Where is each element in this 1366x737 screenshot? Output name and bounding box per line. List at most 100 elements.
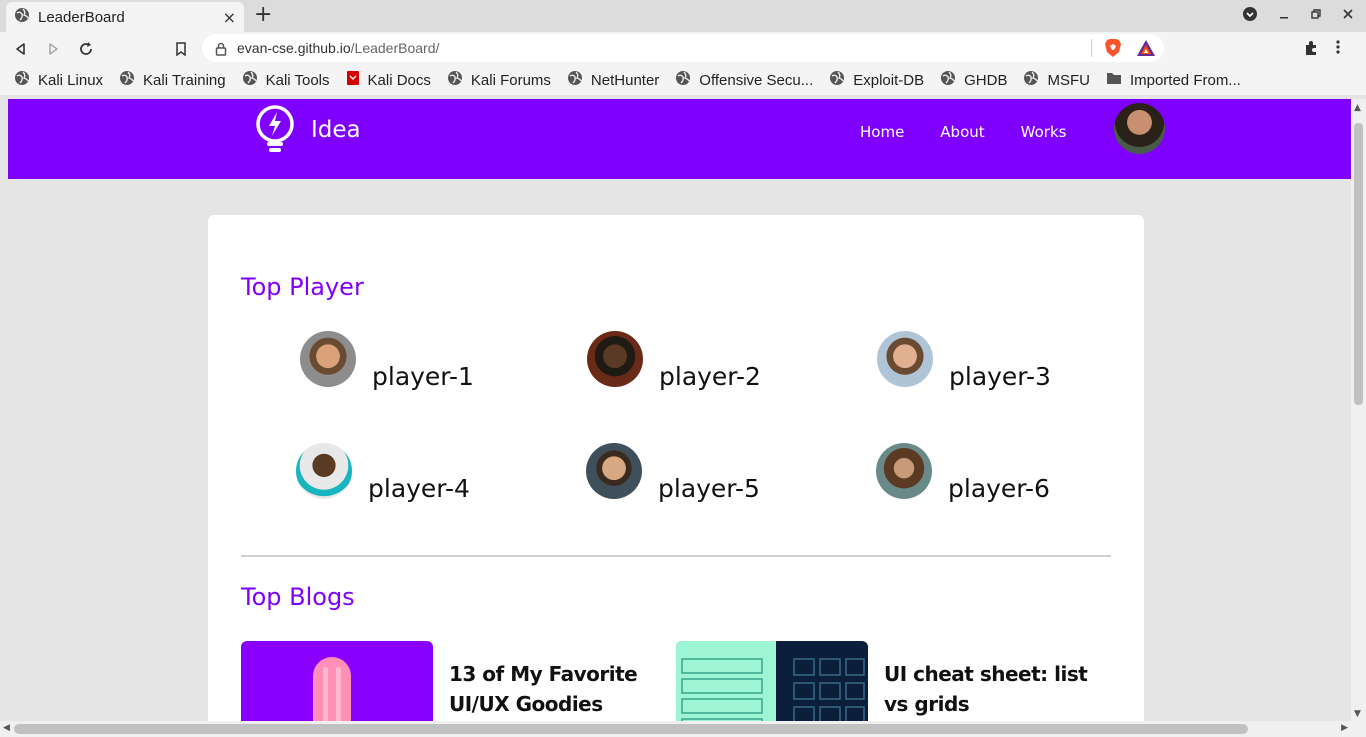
blog-thumbnail xyxy=(241,641,433,721)
restore-icon[interactable] xyxy=(1310,8,1322,24)
player-avatar xyxy=(296,443,352,499)
nav-home-link[interactable]: Home xyxy=(860,123,904,141)
player-name: player-6 xyxy=(948,474,1050,503)
globe-icon xyxy=(1023,70,1039,90)
url-text: evan-cse.github.io/LeaderBoard/ xyxy=(237,40,439,56)
blog-title[interactable]: 13 of My Favorite UI/UX Goodies xyxy=(449,659,689,721)
window-controls xyxy=(1242,6,1354,26)
player-name: player-5 xyxy=(658,474,760,503)
player-card[interactable]: player-3 xyxy=(877,331,1051,391)
player-card[interactable]: player-6 xyxy=(876,443,1050,503)
bookmark-label: Kali Tools xyxy=(265,71,330,89)
bookmark-label: NetHunter xyxy=(590,71,660,89)
player-avatar xyxy=(586,443,642,499)
player-card[interactable]: player-5 xyxy=(586,443,760,503)
globe-icon xyxy=(119,70,135,90)
bookmark-label: Exploit-DB xyxy=(853,71,925,89)
globe-icon xyxy=(675,70,691,90)
nav-about-link[interactable]: About xyxy=(940,123,984,141)
scroll-left-icon[interactable]: ◀ xyxy=(3,723,10,733)
browser-toolbar: evan-cse.github.io/LeaderBoard/ xyxy=(0,32,1366,65)
back-icon[interactable] xyxy=(10,38,32,60)
tab-strip: LeaderBoard × + xyxy=(0,0,1366,32)
extensions-icon[interactable] xyxy=(1303,40,1320,61)
brave-rewards-icon[interactable] xyxy=(1136,39,1156,61)
blog-thumbnail xyxy=(676,641,868,721)
top-blogs-heading: Top Blogs xyxy=(241,583,355,611)
bookmark-item[interactable]: MSFU xyxy=(1023,70,1090,90)
menu-icon[interactable] xyxy=(1336,39,1340,59)
vertical-scroll-thumb[interactable] xyxy=(1354,123,1363,405)
reload-icon[interactable] xyxy=(75,38,97,60)
player-card[interactable]: player-1 xyxy=(300,331,474,391)
globe-icon xyxy=(447,70,463,90)
bookmark-item[interactable]: GHDB xyxy=(940,70,1007,90)
player-avatar xyxy=(587,331,643,387)
player-name: player-2 xyxy=(659,362,761,391)
site-nav-links: Home About Works xyxy=(860,123,1102,141)
blog-card[interactable]: UI cheat sheet: list vs grids xyxy=(676,641,1114,721)
omnibox-divider xyxy=(1091,39,1092,57)
folder-icon xyxy=(1106,71,1122,89)
minimize-icon[interactable] xyxy=(1278,8,1290,24)
player-name: player-1 xyxy=(372,362,474,391)
globe-icon xyxy=(14,70,30,90)
player-name: player-4 xyxy=(368,474,470,503)
scroll-right-icon[interactable]: ▶ xyxy=(1341,723,1348,733)
top-player-heading: Top Player xyxy=(241,273,364,301)
close-window-icon[interactable] xyxy=(1342,8,1354,24)
bookmark-label: GHDB xyxy=(964,71,1008,89)
bookmark-item[interactable]: Kali Training xyxy=(119,70,226,90)
player-name: player-3 xyxy=(949,362,1051,391)
bookmark-label: Kali Docs xyxy=(367,71,431,89)
bookmark-label: Kali Linux xyxy=(38,71,104,89)
bookmark-label: MSFU xyxy=(1047,71,1090,89)
globe-icon xyxy=(242,70,258,90)
player-avatar xyxy=(876,443,932,499)
player-card[interactable]: player-2 xyxy=(587,331,761,391)
forward-icon[interactable] xyxy=(42,38,64,60)
player-avatar xyxy=(300,331,356,387)
bookmark-label: Imported From... xyxy=(1129,71,1241,89)
page-viewport: Idea Home About Works Top Player player-… xyxy=(8,99,1351,721)
nav-works-link[interactable]: Works xyxy=(1021,123,1067,141)
bookmark-item[interactable]: Offensive Secu... xyxy=(675,70,813,90)
bookmarks-bar: Kali Linux Kali Training Kali Tools Kali Do… xyxy=(0,65,1366,95)
bookmark-label: Offensive Secu... xyxy=(699,71,814,89)
bookmark-item[interactable]: Exploit-DB xyxy=(829,70,924,90)
bookmark-item[interactable]: Imported From... xyxy=(1106,71,1241,89)
tab-search-icon[interactable] xyxy=(1242,6,1258,26)
lightbulb-logo-icon[interactable] xyxy=(253,104,297,160)
scroll-down-icon[interactable]: ▼ xyxy=(1354,709,1361,719)
globe-icon xyxy=(567,70,583,90)
url-host: evan-cse.github.io xyxy=(237,40,351,56)
bookmark-item[interactable]: NetHunter xyxy=(567,70,659,90)
bookmark-label: Kali Training xyxy=(143,71,226,89)
scroll-up-icon[interactable]: ▲ xyxy=(1354,103,1361,113)
user-avatar[interactable] xyxy=(1114,103,1165,154)
horizontal-scrollbar[interactable]: ◀ ▶ xyxy=(0,721,1366,737)
brave-shields-icon[interactable] xyxy=(1104,38,1122,62)
lock-icon xyxy=(215,41,227,60)
vertical-scrollbar[interactable]: ▲ ▼ xyxy=(1351,99,1366,721)
bookmark-label: Kali Forums xyxy=(470,71,551,89)
horizontal-scroll-thumb[interactable] xyxy=(14,724,1248,734)
browser-tab[interactable]: LeaderBoard × xyxy=(6,2,244,32)
leaderboard-card: Top Player player-1 player-2 player-3 pl… xyxy=(208,215,1144,721)
kali-docs-icon xyxy=(346,70,360,90)
bookmark-item[interactable]: Kali Tools xyxy=(242,70,330,90)
address-bar[interactable]: evan-cse.github.io/LeaderBoard/ xyxy=(202,34,1164,62)
new-tab-button[interactable]: + xyxy=(254,2,272,27)
blog-title[interactable]: UI cheat sheet: list vs grids xyxy=(884,659,1114,721)
site-brand[interactable]: Idea xyxy=(311,117,361,143)
bookmark-item[interactable]: Kali Docs xyxy=(346,70,431,90)
bookmark-icon[interactable] xyxy=(170,38,192,60)
player-avatar xyxy=(877,331,933,387)
bookmark-item[interactable]: Kali Linux xyxy=(14,70,103,90)
url-path: /LeaderBoard/ xyxy=(350,40,440,56)
blog-card[interactable]: 13 of My Favorite UI/UX Goodies xyxy=(241,641,689,721)
bookmark-item[interactable]: Kali Forums xyxy=(447,70,551,90)
player-card[interactable]: player-4 xyxy=(296,443,470,503)
tab-close-icon[interactable]: × xyxy=(223,8,236,27)
tab-title: LeaderBoard xyxy=(38,8,125,26)
